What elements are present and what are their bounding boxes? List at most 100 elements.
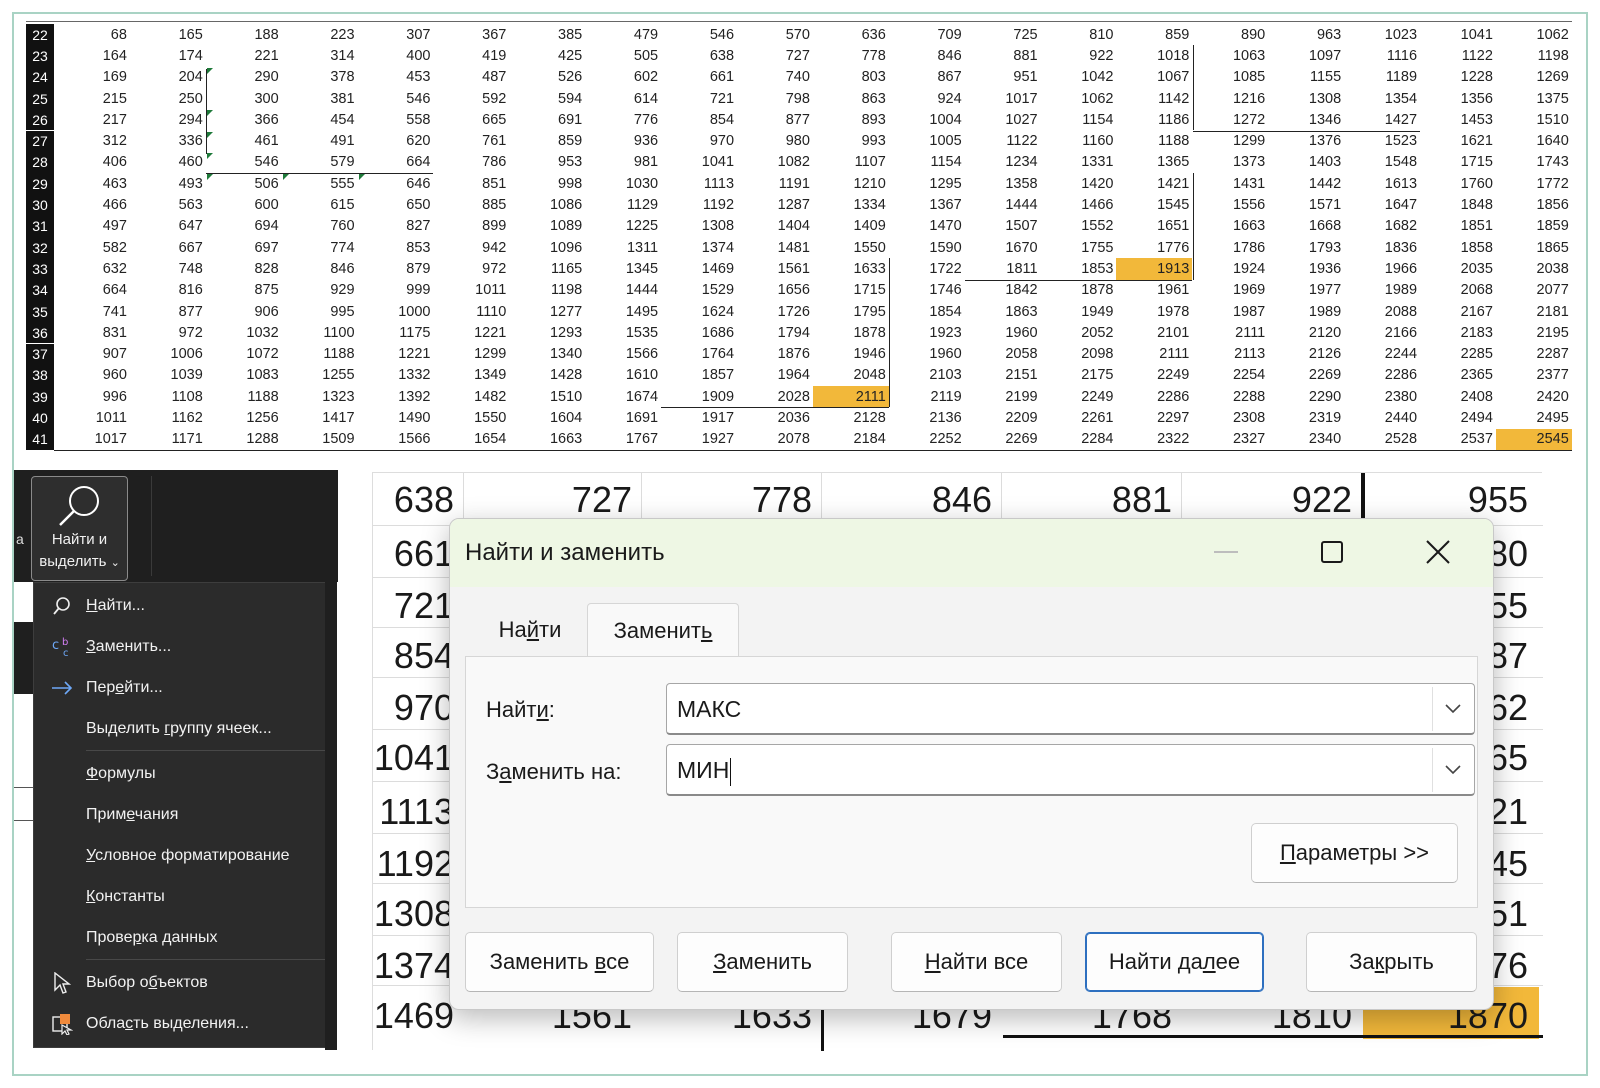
cell[interactable]: 546 xyxy=(358,88,434,109)
cell[interactable]: 1299 xyxy=(433,344,509,365)
zoom-cell[interactable]: 970 xyxy=(394,687,454,729)
cell[interactable]: 1960 xyxy=(889,344,965,365)
cell[interactable]: 204 xyxy=(130,67,206,88)
cell[interactable]: 810 xyxy=(1041,24,1117,45)
menu-item-2[interactable]: c b c Заменить... xyxy=(34,628,334,666)
cell[interactable]: 2308 xyxy=(1192,407,1268,428)
row-header[interactable]: 38 xyxy=(26,364,54,387)
cell[interactable]: 972 xyxy=(433,258,509,279)
cell[interactable]: 827 xyxy=(358,216,434,237)
row-header[interactable]: 29 xyxy=(26,173,54,195)
cell[interactable]: 1110 xyxy=(433,301,509,322)
row-header[interactable]: 41 xyxy=(26,428,54,450)
cell[interactable]: 2128 xyxy=(813,407,889,428)
replace-history-dropdown[interactable] xyxy=(1432,748,1472,792)
cell[interactable]: 454 xyxy=(282,109,358,130)
cell[interactable]: 1760 xyxy=(1420,173,1496,194)
cell[interactable]: 1017 xyxy=(965,88,1041,109)
cell[interactable]: 1030 xyxy=(585,173,661,194)
cell[interactable]: 367 xyxy=(433,24,509,45)
cell[interactable]: 691 xyxy=(509,109,585,130)
cell[interactable]: 740 xyxy=(737,67,813,88)
row-header[interactable]: 30 xyxy=(26,194,54,216)
menu-item-4[interactable]: Выделить группу ячеек... xyxy=(34,710,334,748)
cell[interactable]: 1656 xyxy=(737,280,813,301)
cell[interactable]: 1171 xyxy=(130,429,206,450)
cell[interactable]: 1346 xyxy=(1268,109,1344,130)
cell[interactable]: 1851 xyxy=(1420,216,1496,237)
cell[interactable]: 1096 xyxy=(509,237,585,258)
cell[interactable]: 1221 xyxy=(433,322,509,343)
cell[interactable]: 727 xyxy=(737,45,813,66)
cell[interactable]: 1041 xyxy=(661,152,737,173)
cell[interactable]: 164 xyxy=(54,45,130,66)
cell[interactable]: 2183 xyxy=(1420,322,1496,343)
cell[interactable]: 1192 xyxy=(661,194,737,215)
cell[interactable]: 1340 xyxy=(509,344,585,365)
cell[interactable]: 1188 xyxy=(1116,131,1192,152)
cell[interactable]: 1165 xyxy=(509,258,585,279)
zoom-cell[interactable]: 846 xyxy=(932,479,992,521)
cell[interactable]: 816 xyxy=(130,280,206,301)
zoom-cell[interactable]: 661 xyxy=(394,533,454,575)
cell[interactable]: 2036 xyxy=(737,407,813,428)
cell[interactable]: 336 xyxy=(130,131,206,152)
cell[interactable]: 1640 xyxy=(1496,131,1572,152)
cell[interactable]: 1811 xyxy=(965,258,1041,279)
cell[interactable]: 1794 xyxy=(737,322,813,343)
cell[interactable]: 828 xyxy=(206,258,282,279)
cell[interactable]: 1000 xyxy=(358,301,434,322)
cell[interactable]: 922 xyxy=(1041,45,1117,66)
cell[interactable]: 1510 xyxy=(509,386,585,407)
cell[interactable]: 1420 xyxy=(1041,173,1117,194)
cell[interactable]: 1154 xyxy=(1041,109,1117,130)
cell[interactable]: 1011 xyxy=(54,407,130,428)
cell[interactable]: 1272 xyxy=(1192,109,1268,130)
cell[interactable]: 1470 xyxy=(889,216,965,237)
cell[interactable]: 1776 xyxy=(1116,237,1192,258)
cell[interactable]: 1122 xyxy=(1420,45,1496,66)
cell[interactable]: 2113 xyxy=(1192,344,1268,365)
cell[interactable]: 1453 xyxy=(1420,109,1496,130)
cell[interactable]: 1097 xyxy=(1268,45,1344,66)
cell[interactable]: 859 xyxy=(1116,24,1192,45)
cell[interactable]: 831 xyxy=(54,322,130,343)
cell[interactable]: 1651 xyxy=(1116,216,1192,237)
cell[interactable]: 851 xyxy=(433,173,509,194)
cell[interactable]: 748 xyxy=(130,258,206,279)
cell[interactable]: 1062 xyxy=(1041,88,1117,109)
cell[interactable]: 936 xyxy=(585,131,661,152)
cell[interactable]: 1550 xyxy=(433,407,509,428)
cell[interactable]: 1960 xyxy=(965,322,1041,343)
cell[interactable]: 1154 xyxy=(889,152,965,173)
cell[interactable]: 1308 xyxy=(661,216,737,237)
cell[interactable]: 2181 xyxy=(1496,301,1572,322)
cell[interactable]: 2111 xyxy=(1116,344,1192,365)
cell[interactable]: 505 xyxy=(585,45,661,66)
zoom-cell[interactable]: 854 xyxy=(394,635,454,677)
cell[interactable]: 890 xyxy=(1192,24,1268,45)
cell[interactable]: 1858 xyxy=(1420,237,1496,258)
cell[interactable]: 2048 xyxy=(813,365,889,386)
cell[interactable]: 1548 xyxy=(1344,152,1420,173)
cell[interactable]: 999 xyxy=(358,280,434,301)
cell[interactable]: 307 xyxy=(358,24,434,45)
cell[interactable]: 1767 xyxy=(585,429,661,450)
cell[interactable]: 425 xyxy=(509,45,585,66)
cell[interactable]: 2340 xyxy=(1268,429,1344,450)
cell[interactable]: 221 xyxy=(206,45,282,66)
cell[interactable]: 1647 xyxy=(1344,194,1420,215)
cell[interactable]: 2167 xyxy=(1420,301,1496,322)
cell[interactable]: 951 xyxy=(965,67,1041,88)
find-history-dropdown[interactable] xyxy=(1432,687,1472,731)
find-input[interactable]: МАКС xyxy=(666,683,1475,735)
zoom-cell[interactable]: 638 xyxy=(394,479,454,521)
cell[interactable]: 487 xyxy=(433,67,509,88)
cell[interactable]: 1566 xyxy=(358,429,434,450)
cell[interactable]: 863 xyxy=(813,88,889,109)
cell[interactable]: 1772 xyxy=(1496,173,1572,194)
cell[interactable]: 2111 xyxy=(1192,322,1268,343)
cell[interactable]: 314 xyxy=(282,45,358,66)
cell[interactable]: 1853 xyxy=(1041,258,1117,279)
cell[interactable]: 1365 xyxy=(1116,152,1192,173)
